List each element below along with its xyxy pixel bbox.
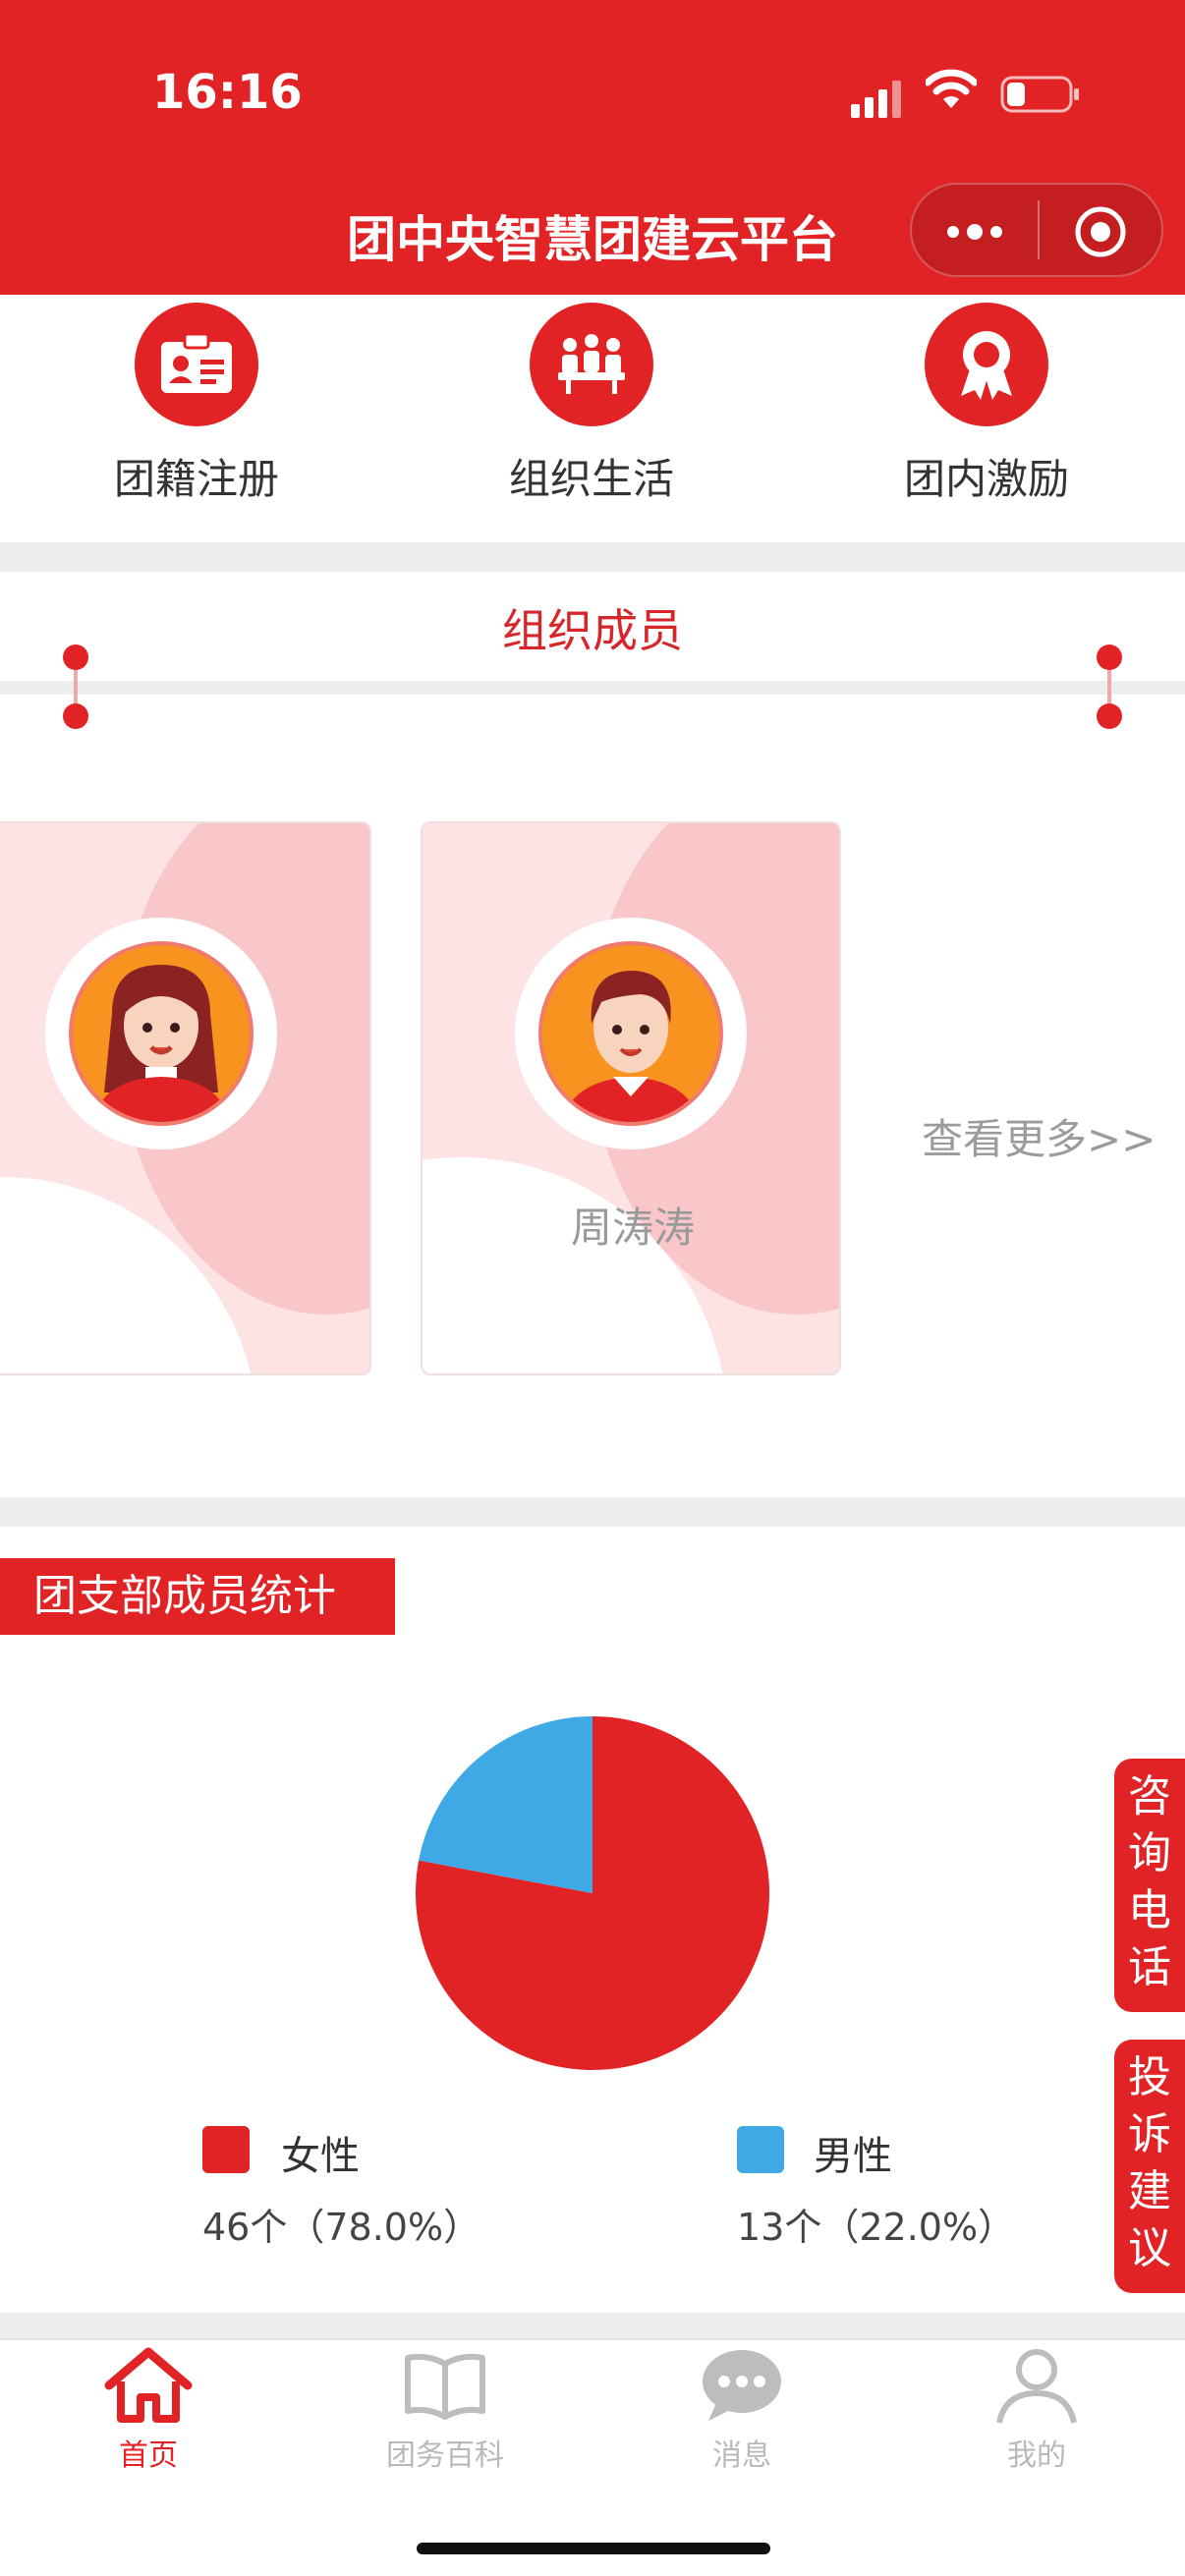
section-rail	[0, 681, 1185, 695]
complaint-suggestion-button[interactable]: 投诉建议	[1114, 2040, 1185, 2293]
target-circle-icon[interactable]	[1073, 204, 1128, 259]
tab-label: 团务百科	[386, 2438, 504, 2473]
member-card[interactable]: 周涛涛	[421, 821, 841, 1375]
wifi-icon	[926, 69, 977, 108]
id-card-icon	[135, 303, 258, 426]
quick-action-org-life[interactable]: 组织生活	[429, 303, 754, 506]
legend-swatch-female	[202, 2126, 250, 2173]
legend-value-female: 46个（78.0%）	[202, 2206, 481, 2249]
tab-home[interactable]: 首页	[0, 2346, 297, 2474]
quick-action-label: 团籍注册	[113, 455, 279, 503]
tab-messages[interactable]: 消息	[593, 2346, 890, 2474]
members-section-title: 组织成员	[502, 604, 683, 657]
male-avatar	[538, 941, 723, 1126]
section-divider	[0, 1497, 1185, 1527]
consult-phone-label: 咨询电话	[1128, 1771, 1171, 1992]
battery-icon	[1000, 76, 1079, 113]
status-time: 16:16	[152, 65, 303, 120]
consult-phone-button[interactable]: 咨询电话	[1114, 1759, 1185, 2012]
complaint-label: 投诉建议	[1128, 2052, 1171, 2273]
tab-profile[interactable]: 我的	[888, 2346, 1185, 2474]
legend-swatch-male	[737, 2126, 784, 2173]
avatar-ring	[45, 918, 277, 1149]
chat-bubble-icon	[703, 2350, 781, 2421]
quick-action-incentive[interactable]: 团内激励	[824, 303, 1149, 506]
tab-label: 消息	[712, 2438, 771, 2473]
member-name: 周涛涛	[570, 1204, 695, 1252]
quick-action-label: 组织生活	[508, 455, 674, 503]
home-icon	[104, 2347, 193, 2423]
stats-section-title: 团支部成员统计	[0, 1558, 395, 1635]
user-icon	[996, 2349, 1077, 2424]
quick-action-label: 团内激励	[903, 455, 1069, 503]
legend-label-male: 男性	[814, 2134, 892, 2179]
more-dots-icon[interactable]	[943, 212, 1006, 252]
tab-label: 我的	[1007, 2438, 1066, 2473]
member-card[interactable]	[0, 821, 371, 1375]
avatar-ring	[515, 918, 747, 1149]
home-indicator	[417, 2543, 770, 2554]
quick-action-register[interactable]: 团籍注册	[34, 303, 359, 506]
group-meeting-icon	[530, 303, 653, 426]
gender-pie-chart	[416, 1716, 769, 2070]
pin-decoration	[63, 644, 88, 729]
tab-encyclopedia[interactable]: 团务百科	[297, 2346, 593, 2474]
legend-value-male: 13个（22.0%）	[737, 2206, 1016, 2249]
section-divider	[0, 542, 1185, 572]
mini-program-capsule	[910, 183, 1163, 277]
view-more-link[interactable]: 查看更多>>	[922, 1106, 1156, 1166]
section-divider	[0, 2313, 1185, 2338]
award-ribbon-icon	[925, 303, 1048, 426]
signal-icon	[851, 81, 901, 118]
legend-label-female: 女性	[281, 2134, 360, 2179]
female-avatar	[69, 941, 254, 1126]
tab-label: 首页	[119, 2438, 178, 2473]
book-icon	[405, 2353, 485, 2420]
capsule-divider	[1038, 200, 1040, 259]
pin-decoration	[1097, 644, 1122, 729]
